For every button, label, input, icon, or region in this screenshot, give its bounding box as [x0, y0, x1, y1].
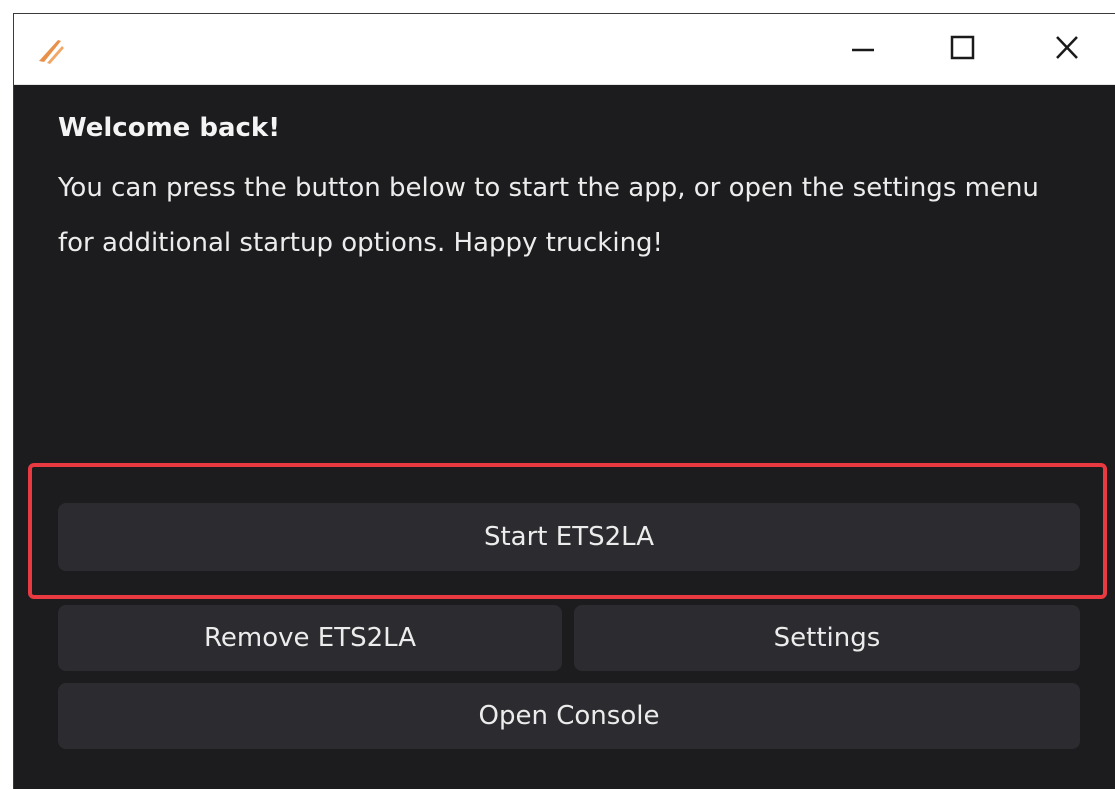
start-button[interactable]: Start ETS2LA [58, 503, 1080, 571]
launcher-window: Welcome back! You can press the button b… [13, 13, 1115, 789]
close-button[interactable] [1040, 28, 1094, 68]
ets2la-logo-icon [36, 34, 68, 66]
minimize-button[interactable] [836, 28, 890, 68]
welcome-title: Welcome back! [58, 113, 281, 143]
launcher-content: Welcome back! You can press the button b… [14, 85, 1115, 790]
remove-button[interactable]: Remove ETS2LA [58, 605, 562, 671]
minimize-icon [852, 48, 874, 52]
open-console-button[interactable]: Open Console [58, 683, 1080, 749]
maximize-icon [950, 35, 975, 60]
title-bar[interactable] [14, 14, 1115, 85]
maximize-button[interactable] [936, 28, 990, 68]
settings-button[interactable]: Settings [574, 605, 1080, 671]
welcome-message: You can press the button below to start … [58, 173, 1039, 258]
close-icon [1056, 36, 1078, 59]
